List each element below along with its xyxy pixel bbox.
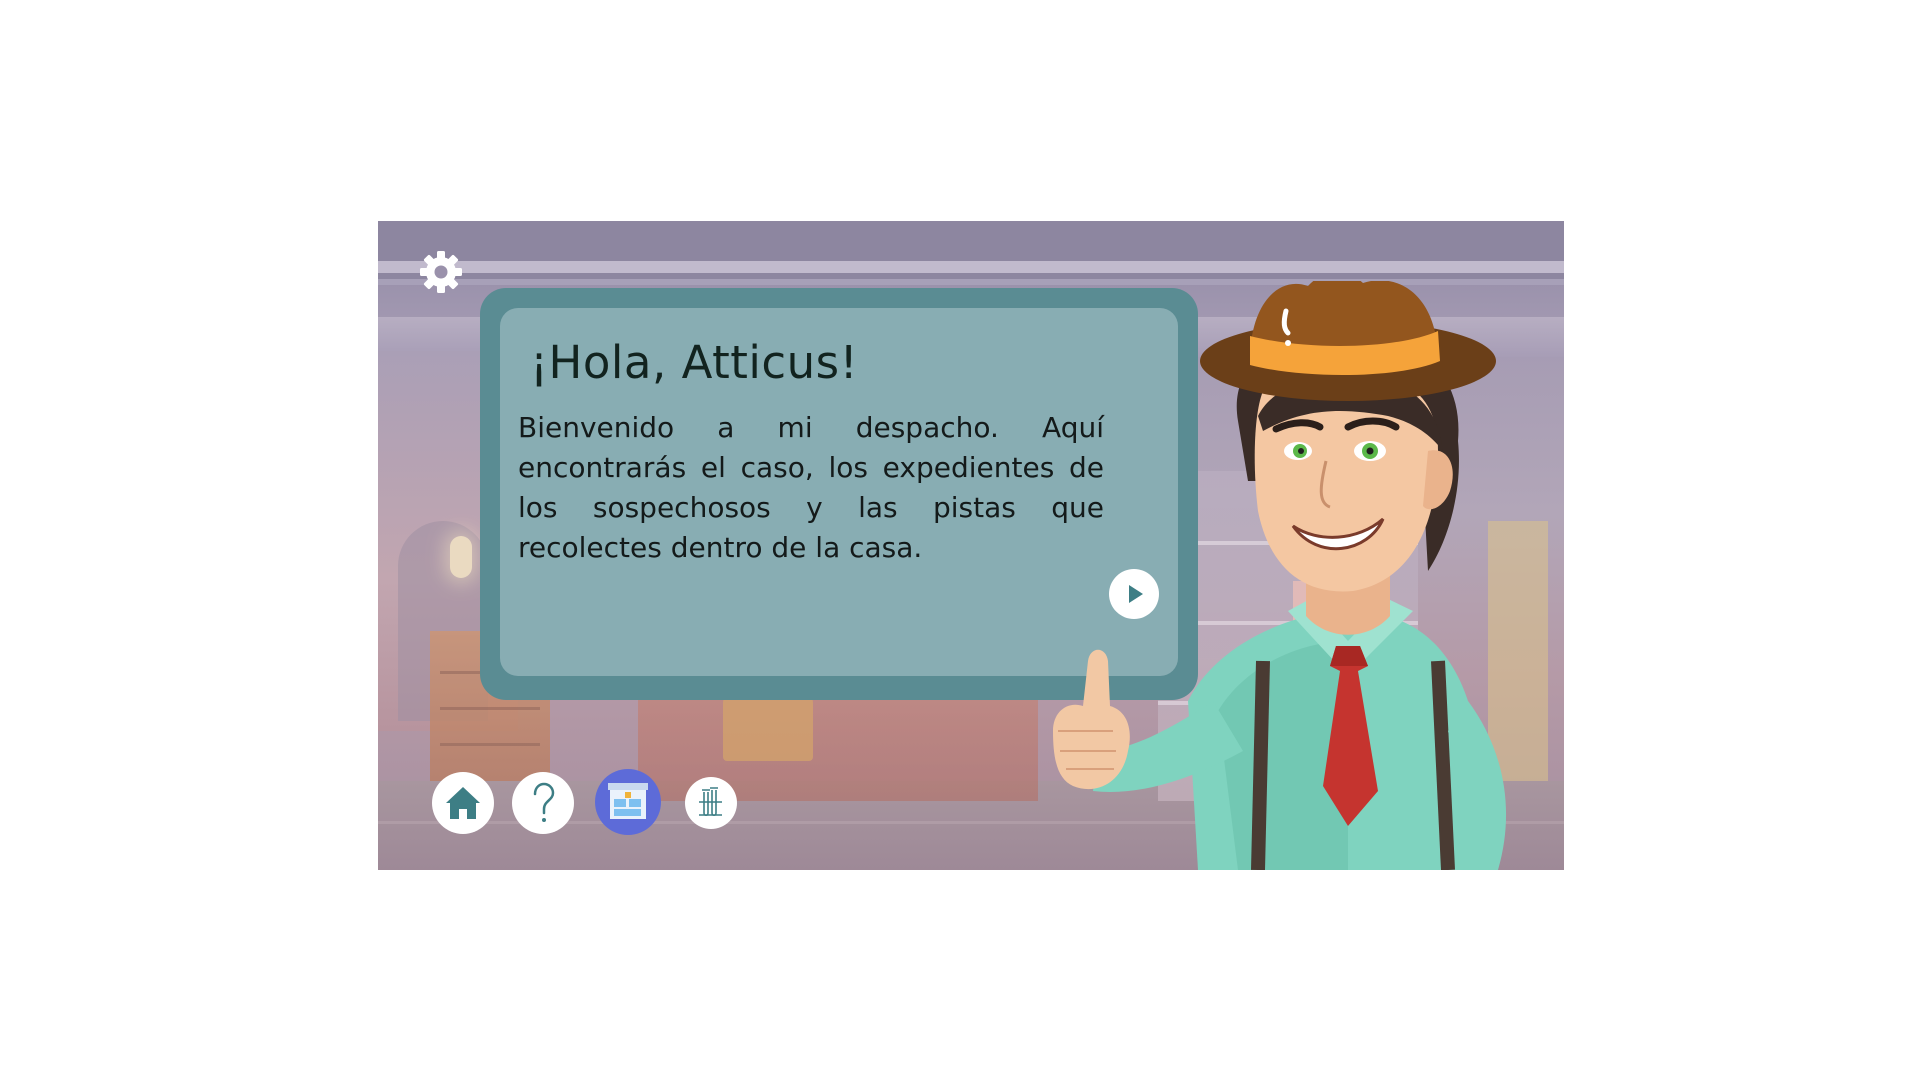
- wall-lamp: [450, 536, 472, 578]
- evidence-lab-button[interactable]: [685, 777, 737, 829]
- home-button[interactable]: [432, 772, 494, 834]
- settings-button[interactable]: [416, 247, 466, 297]
- help-button[interactable]: [512, 772, 574, 834]
- cabinet-icon: [608, 783, 648, 819]
- ceiling-beam: [378, 261, 1564, 273]
- case-files-button[interactable]: [595, 769, 661, 835]
- detective-character: [1053, 281, 1507, 870]
- office-chair: [723, 691, 813, 761]
- dialog-message: Bienvenido a mi despacho. Aquí encontrar…: [518, 411, 1104, 564]
- question-mark-icon: [533, 782, 555, 822]
- gear-icon: [420, 251, 462, 293]
- dialog-title: ¡Hola, Atticus!: [530, 336, 859, 389]
- home-icon: [446, 787, 480, 819]
- game-scene: ¡Hola, Atticus! Bienvenido a mi despacho…: [378, 221, 1564, 870]
- test-tubes-icon: [699, 787, 722, 817]
